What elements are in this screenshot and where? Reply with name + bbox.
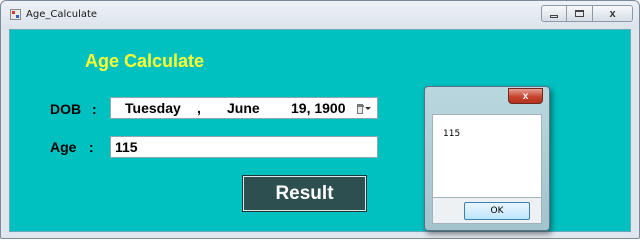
dob-colon: : xyxy=(92,101,97,117)
window-controls: x xyxy=(541,5,633,22)
dob-date-picker[interactable]: Tuesday , June 19, 1900 xyxy=(110,97,378,119)
calendar-icon xyxy=(357,103,364,114)
dob-date: 19, 1900 xyxy=(291,100,346,116)
age-field[interactable]: 115 xyxy=(110,136,378,158)
maximize-icon xyxy=(575,10,584,17)
page-title: Age Calculate xyxy=(85,51,205,71)
chevron-down-icon xyxy=(365,107,371,110)
age-colon: : xyxy=(89,139,94,155)
ok-button[interactable]: OK xyxy=(464,202,530,220)
title-bar[interactable]: Age_Calculate x xyxy=(1,1,639,29)
minimize-button[interactable] xyxy=(541,5,567,22)
app-form-icon xyxy=(10,9,21,20)
close-icon: x xyxy=(522,90,529,102)
dob-label: DOB xyxy=(50,101,82,117)
window-title: Age_Calculate xyxy=(26,9,98,20)
result-button[interactable]: Result xyxy=(242,175,367,212)
message-box: x 115 OK xyxy=(424,86,550,231)
app-window: Age_Calculate x Age Calculate DOB : Tues… xyxy=(0,0,640,239)
message-box-body: 115 xyxy=(432,114,542,198)
message-text: 115 xyxy=(443,129,461,139)
dob-day: Tuesday xyxy=(125,100,181,116)
minimize-icon xyxy=(550,14,558,18)
calendar-dropdown-icon[interactable] xyxy=(357,102,371,115)
dob-month: June xyxy=(227,100,260,116)
message-box-footer: OK xyxy=(432,198,542,224)
maximize-button[interactable] xyxy=(567,5,593,22)
close-icon: x xyxy=(609,7,616,20)
form-client-area: Age Calculate DOB : Tuesday , June 19, 1… xyxy=(9,29,631,232)
dob-separator: , xyxy=(197,100,201,116)
close-button[interactable]: x xyxy=(593,5,633,22)
message-box-close-button[interactable]: x xyxy=(508,88,543,104)
age-label: Age xyxy=(50,139,77,155)
